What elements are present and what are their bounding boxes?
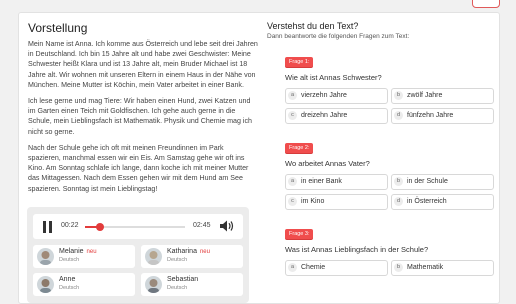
reading-paragraph: Ich lese gerne und mag Tiere: Wir haben … bbox=[28, 97, 252, 136]
speaker-card[interactable]: Sebastian Deutsch bbox=[141, 273, 243, 296]
answer-option[interactable]: d in Österreich bbox=[391, 194, 494, 210]
speaker-name-line: Melanie neu bbox=[59, 248, 97, 255]
speaker-language: Deutsch bbox=[59, 257, 80, 263]
speaker-card[interactable]: Anne Deutsch bbox=[33, 273, 135, 296]
reading-title: Vorstellung bbox=[28, 21, 88, 35]
speaker-language: Deutsch bbox=[59, 285, 80, 291]
quiz-title: Verstehst du den Text? bbox=[267, 21, 359, 31]
speaker-name: Melanie bbox=[59, 248, 84, 255]
answer-option[interactable]: d fünfzehn Jahre bbox=[391, 108, 494, 124]
option-letter: d bbox=[394, 197, 403, 206]
progress-track[interactable] bbox=[85, 223, 185, 231]
speaker-language: Deutsch bbox=[167, 285, 188, 291]
option-text: im Kino bbox=[301, 198, 325, 205]
answer-option[interactable]: b in der Schule bbox=[391, 174, 494, 190]
current-time: 00:22 bbox=[61, 222, 79, 229]
answer-option[interactable]: a in einer Bank bbox=[285, 174, 388, 190]
option-letter: a bbox=[288, 91, 297, 100]
quiz-column: Verstehst du den Text? Dann beantworte d… bbox=[267, 21, 494, 296]
question-block: Frage 3: Was ist Annas Lieblingsfach in … bbox=[267, 222, 494, 296]
quiz-subtitle: Dann beantworte die folgenden Fragen zum… bbox=[267, 33, 410, 40]
answer-option[interactable]: b zwölf Jahre bbox=[391, 88, 494, 104]
exercise-card: Vorstellung Mein Name ist Anna. Ich komm… bbox=[18, 12, 500, 304]
speaker-name: Anne bbox=[59, 276, 76, 283]
avatar bbox=[37, 276, 54, 293]
question-label: Frage 1: bbox=[285, 57, 314, 67]
option-letter: a bbox=[288, 263, 297, 272]
question-text: Wie alt ist Annas Schwester? bbox=[285, 73, 382, 82]
option-text: zwölf Jahre bbox=[407, 92, 443, 99]
answer-option[interactable]: a vierzehn Jahre bbox=[285, 88, 388, 104]
top-bar bbox=[0, 0, 516, 10]
duration-time: 02:45 bbox=[193, 222, 211, 229]
speaker-card[interactable]: Katharina neu Deutsch bbox=[141, 245, 243, 268]
question-text: Was ist Annas Lieblingsfach in der Schul… bbox=[285, 245, 429, 254]
option-text: vierzehn Jahre bbox=[301, 92, 347, 99]
option-text: Chemie bbox=[301, 264, 326, 271]
option-text: fünfzehn Jahre bbox=[407, 112, 454, 119]
question-block: Frage 2: Wo arbeitet Annas Vater? a in ei… bbox=[267, 136, 494, 210]
option-letter: b bbox=[394, 91, 403, 100]
answer-options: a in einer Bank b in der Schule c im Kino d… bbox=[285, 174, 494, 210]
option-letter: c bbox=[288, 111, 297, 120]
answer-option[interactable]: c dreizehn Jahre bbox=[285, 108, 388, 124]
option-text: in Österreich bbox=[407, 198, 447, 205]
speaker-name: Sebastian bbox=[167, 276, 199, 283]
option-letter: d bbox=[394, 111, 403, 120]
answer-option[interactable]: a Chemie bbox=[285, 260, 388, 276]
answer-options: a Chemie b Mathematik bbox=[285, 260, 494, 296]
new-badge: neu bbox=[199, 249, 210, 255]
reading-column: Vorstellung Mein Name ist Anna. Ich komm… bbox=[28, 21, 258, 200]
avatar bbox=[37, 248, 54, 265]
option-letter: a bbox=[288, 177, 297, 186]
speaker-name-line: Katharina neu bbox=[167, 248, 210, 255]
pause-icon[interactable] bbox=[43, 221, 53, 233]
answer-option[interactable]: b Mathematik bbox=[391, 260, 494, 276]
speaker-card[interactable]: Melanie neu Deutsch bbox=[33, 245, 135, 268]
answer-options: a vierzehn Jahre b zwölf Jahre c dreizehn J… bbox=[285, 88, 494, 124]
option-text: Mathematik bbox=[407, 264, 444, 271]
avatar bbox=[145, 276, 162, 293]
question-text: Wo arbeitet Annas Vater? bbox=[285, 159, 370, 168]
speaker-name-line: Anne bbox=[59, 276, 78, 283]
option-text: in der Schule bbox=[407, 178, 448, 185]
top-tab-edge[interactable] bbox=[472, 0, 500, 8]
question-block: Frage 1: Wie alt ist Annas Schwester? av… bbox=[267, 50, 494, 124]
avatar bbox=[145, 248, 162, 265]
option-text: in einer Bank bbox=[301, 178, 342, 185]
reading-paragraph: Mein Name ist Anna. Ich komme aus Österr… bbox=[28, 40, 258, 89]
answer-option[interactable]: c im Kino bbox=[285, 194, 388, 210]
reading-paragraph: Nach der Schule gehe ich oft mit meinen … bbox=[28, 143, 249, 193]
option-letter: c bbox=[288, 197, 297, 206]
question-label: Frage 3: bbox=[285, 229, 314, 239]
audio-player: 00:22 02:45 bbox=[33, 214, 243, 239]
speaker-name: Katharina bbox=[167, 248, 197, 255]
progress-handle[interactable] bbox=[96, 223, 104, 231]
option-text: dreizehn Jahre bbox=[301, 112, 348, 119]
volume-icon[interactable] bbox=[219, 219, 235, 233]
new-badge: neu bbox=[86, 249, 97, 255]
speaker-name-line: Sebastian bbox=[167, 276, 201, 283]
audio-section: 00:22 02:45 Melanie neu Deutsch Katharin… bbox=[27, 207, 249, 303]
question-label: Frage 2: bbox=[285, 143, 314, 153]
speaker-language: Deutsch bbox=[167, 257, 188, 263]
option-letter: b bbox=[394, 177, 403, 186]
option-letter: b bbox=[394, 263, 403, 272]
